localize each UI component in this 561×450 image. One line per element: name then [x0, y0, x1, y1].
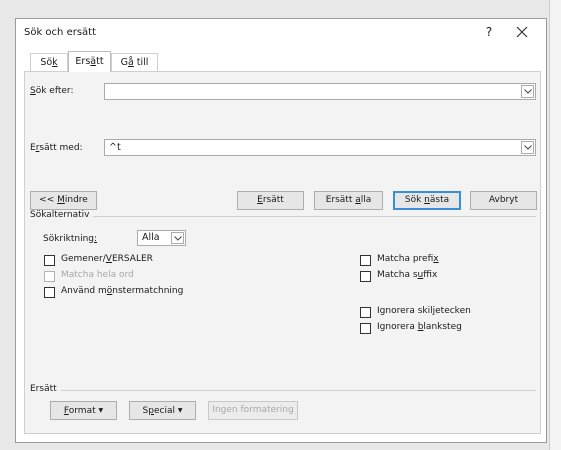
replace-with-label: Ersätt med:	[30, 143, 83, 153]
replace-with-value[interactable]: ^t	[109, 142, 121, 153]
ignore-whitespace-checkbox[interactable]	[360, 323, 371, 334]
replace-group-divider	[61, 390, 536, 391]
wildcards-label: Använd mönstermatchning	[61, 286, 184, 296]
title-bar: Sök och ersätt ?	[16, 19, 546, 47]
search-options-title: Sökalternativ	[30, 210, 90, 220]
help-button[interactable]: ?	[482, 25, 496, 39]
background-window-edge	[549, 0, 561, 450]
close-icon	[516, 26, 528, 38]
less-button[interactable]: << Mindre	[30, 191, 97, 210]
find-replace-dialog: Sök och ersätt ? Sök Ersätt Gå till Sök …	[15, 18, 547, 443]
ignore-punctuation-checkbox[interactable]	[360, 307, 371, 318]
format-button[interactable]: Format ▼	[50, 401, 117, 420]
whole-words-checkbox	[44, 271, 55, 282]
match-prefix-label: Matcha prefix	[377, 254, 439, 264]
find-what-combo[interactable]	[104, 83, 536, 100]
whole-words-label: Matcha hela ord	[61, 270, 134, 280]
find-what-dropdown-button[interactable]	[521, 85, 534, 98]
no-formatting-button: Ingen formatering	[208, 401, 298, 420]
cancel-button[interactable]: Avbryt	[470, 191, 537, 210]
replace-with-dropdown-button[interactable]	[521, 141, 534, 154]
tab-replace[interactable]: Ersätt	[68, 51, 111, 72]
match-prefix-checkbox[interactable]	[360, 255, 371, 266]
ignore-whitespace-label: Ignorera blanksteg	[377, 322, 462, 332]
chevron-down-icon	[523, 89, 532, 94]
search-direction-combo[interactable]: Alla	[137, 230, 186, 246]
match-suffix-checkbox[interactable]	[360, 271, 371, 282]
dialog-title: Sök och ersätt	[24, 27, 97, 38]
match-case-checkbox[interactable]	[44, 255, 55, 266]
special-button[interactable]: Special ▼	[129, 401, 196, 420]
replace-button[interactable]: Ersätt	[237, 191, 304, 210]
search-direction-label: Sökriktning:	[43, 234, 98, 244]
match-case-label: Gemener/VERSALER	[61, 254, 153, 264]
dropdown-triangle-icon: ▼	[177, 407, 183, 414]
find-what-label: Sök efter:	[30, 86, 74, 96]
wildcards-checkbox[interactable]	[44, 287, 55, 298]
tab-goto[interactable]: Gå till	[111, 53, 158, 71]
replace-group-title: Ersätt	[30, 384, 57, 394]
find-next-button[interactable]: Sök nästa	[393, 191, 461, 210]
dropdown-triangle-icon: ▼	[98, 407, 104, 414]
search-direction-dropdown-button[interactable]	[171, 232, 184, 244]
replace-tab-panel: Sök efter: Ersätt med: ^t << Mindre Ersä…	[24, 71, 541, 434]
close-button[interactable]	[513, 23, 531, 41]
match-suffix-label: Matcha suffix	[377, 270, 438, 280]
replace-with-combo[interactable]: ^t	[104, 139, 536, 156]
search-direction-value: Alla	[142, 232, 160, 243]
search-options-divider	[93, 216, 536, 217]
tab-search[interactable]: Sök	[30, 53, 68, 71]
replace-all-button[interactable]: Ersätt alla	[314, 191, 383, 210]
ignore-punctuation-label: Ignorera skiljetecken	[377, 306, 471, 316]
chevron-down-icon	[173, 236, 182, 241]
chevron-down-icon	[523, 145, 532, 150]
